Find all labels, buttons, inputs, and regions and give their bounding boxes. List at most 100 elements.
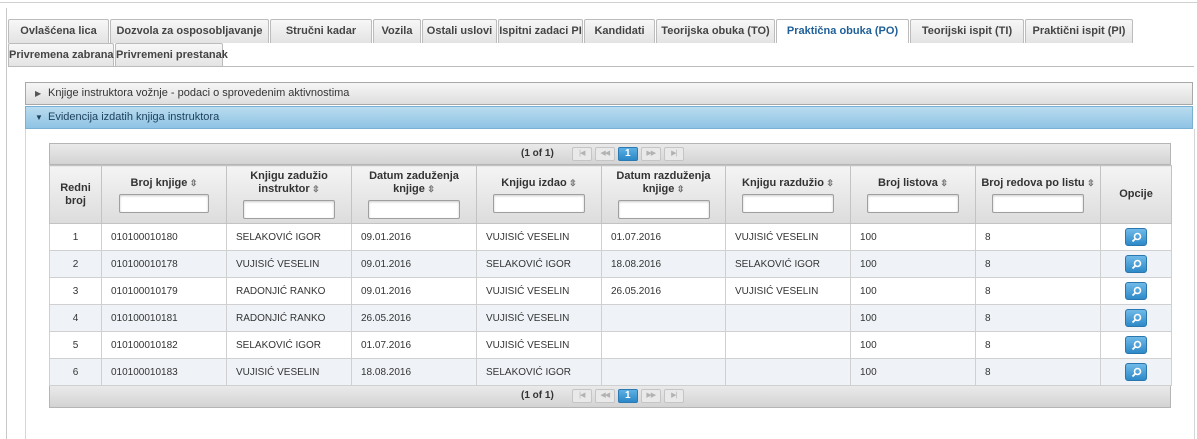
tab-prakticni-ispit-pi[interactable]: Praktični ispit (PI) [1025,19,1133,43]
column-header-label: Broj redova po listu ⇳ [981,176,1095,189]
cell-knjigu-zaduzio-instruktor: SELAKOVIĆ IGOR [226,331,352,359]
cell-broj-listova: 100 [850,331,976,359]
tab-vozila[interactable]: Vozila [373,19,421,43]
view-details-button[interactable] [1125,228,1147,246]
filter-input-knjigu-izdao[interactable] [493,193,585,213]
cell-broj-knjige: 010100010183 [101,358,227,386]
column-header-broj-redova-po-listu[interactable]: Broj redova po listu ⇳ [975,165,1101,224]
cell-broj-listova: 100 [850,250,976,278]
expanded-arrow-icon: ▼ [35,113,43,122]
cell-opcije [1100,277,1172,305]
column-header-knjigu-zaduzio-instruktor[interactable]: Knjigu zadužio instruktor ⇳ [226,165,352,224]
column-header-label: Datum razduženja knjige ⇳ [616,170,711,195]
sort-icon[interactable]: ⇳ [425,184,435,194]
sort-icon[interactable]: ⇳ [310,184,320,194]
accordion-title: Evidencija izdatih knjiga instruktora [48,111,220,123]
filter-input-knjigu-razduzio[interactable] [742,193,834,213]
cell-broj-redova-po-listu: 8 [975,223,1101,251]
cell-datum-zaduzenja-knjige: 18.08.2016 [351,358,477,386]
cell-knjigu-zaduzio-instruktor: RADONJIĆ RANKO [226,304,352,332]
table-body: 1 010100010180 SELAKOVIĆ IGOR 09.01.2016 VUJ… [49,223,1172,386]
view-details-button[interactable] [1125,282,1147,300]
cell-opcije [1100,250,1172,278]
column-header-knjigu-razduzio[interactable]: Knjigu razdužio ⇳ [725,165,851,224]
page-number-button[interactable]: 1 [617,389,638,403]
cell-datum-zaduzenja-knjige: 09.01.2016 [351,277,477,305]
cell-knjigu-razduzio: VUJISIĆ VESELIN [725,223,851,251]
tab-ispitni-zadaci-pi[interactable]: Ispitni zadaci PI [498,19,583,43]
last-page-icon[interactable]: ▶| [663,147,684,161]
search-icon [1131,313,1142,324]
accordion-header-issued-books-record[interactable]: ▼ Evidencija izdatih knjiga instruktora [25,106,1193,129]
sort-icon[interactable]: ⇳ [938,178,948,188]
tab-ostali-uslovi[interactable]: Ostali uslovi [422,19,497,43]
search-icon [1131,367,1142,378]
cell-datum-razduzenja-knjige [601,304,726,332]
cell-knjigu-razduzio: SELAKOVIĆ IGOR [725,250,851,278]
sort-icon[interactable]: ⇳ [824,178,834,188]
view-details-button[interactable] [1125,363,1147,381]
view-details-button[interactable] [1125,336,1147,354]
cell-knjigu-razduzio [725,304,851,332]
next-page-icon[interactable]: ▶▶ [640,147,661,161]
search-icon [1131,286,1142,297]
filter-input-datum-razduzenja-knjige[interactable] [617,200,710,219]
tab-kandidati[interactable]: Kandidati [584,19,655,43]
tab-row-2: Privremena zabrana Privremeni prestanak [8,43,1194,67]
filter-input-broj-listova[interactable] [867,193,959,213]
page-number-button[interactable]: 1 [617,147,638,161]
sort-icon[interactable]: ⇳ [187,178,198,188]
cell-broj-redova-po-listu: 8 [975,331,1101,359]
column-header-broj-listova[interactable]: Broj listova ⇳ [850,165,976,224]
column-header-broj-knjige[interactable]: Broj knjige ⇳ [101,165,227,224]
next-page-icon[interactable]: ▶▶ [640,389,661,403]
sort-icon[interactable]: ⇳ [674,184,685,194]
cell-opcije [1100,223,1172,251]
tab-strucni-kadar[interactable]: Stručni kadar [270,19,372,43]
prev-page-icon[interactable]: ◀◀ [594,147,615,161]
filter-input-knjigu-zaduzio-instruktor[interactable] [243,200,335,219]
tab-ovlascena-lica[interactable]: Ovlašćena lica [8,19,109,43]
accordion-header-instructor-books-activities[interactable]: ▶ Knjige instruktora vožnje - podaci o s… [25,82,1193,105]
column-header-label: Knjigu razdužio ⇳ [742,176,834,189]
view-details-button[interactable] [1125,309,1147,327]
first-page-icon[interactable]: |◀ [571,147,592,161]
tab-teorijski-ispit-ti[interactable]: Teorijski ispit (TI) [910,19,1024,43]
column-header-label: Knjigu izdao ⇳ [501,176,577,189]
cell-datum-razduzenja-knjige: 26.05.2016 [601,277,726,305]
search-icon [1131,259,1142,270]
column-header-datum-zaduzenja-knjige[interactable]: Datum zaduženja knjige ⇳ [351,165,477,224]
page-info: (1 of 1) [521,390,554,401]
filter-input-broj-knjige[interactable] [119,193,209,213]
column-header-knjigu-izdao[interactable]: Knjigu izdao ⇳ [476,165,602,224]
cell-redni-broj: 5 [49,331,102,359]
tab-teorijska-obuka-to[interactable]: Teorijska obuka (TO) [656,19,775,43]
cell-broj-knjige: 010100010180 [101,223,227,251]
column-header-label: Broj listova ⇳ [878,176,948,189]
search-icon [1131,340,1142,351]
prev-page-icon[interactable]: ◀◀ [594,389,615,403]
books-datatable: (1 of 1) |◀ ◀◀ 1 ▶▶ ▶| Redni broj Broj kn… [49,143,1172,408]
cell-knjigu-izdao: VUJISIĆ VESELIN [476,223,602,251]
cell-knjigu-razduzio: VUJISIĆ VESELIN [725,277,851,305]
cell-datum-razduzenja-knjige: 01.07.2016 [601,223,726,251]
last-page-icon[interactable]: ▶| [663,389,684,403]
filter-input-datum-zaduzenja-knjige[interactable] [368,200,460,219]
first-page-icon[interactable]: |◀ [571,389,592,403]
tab-privremeni-prestanak[interactable]: Privremeni prestanak [115,43,228,67]
cell-knjigu-izdao: SELAKOVIĆ IGOR [476,250,602,278]
table-row: 1 010100010180 SELAKOVIĆ IGOR 09.01.2016 VUJ… [49,223,1172,251]
sort-icon[interactable]: ⇳ [567,178,577,188]
view-details-button[interactable] [1125,255,1147,273]
cell-datum-razduzenja-knjige [601,331,726,359]
column-header-datum-razduzenja-knjige[interactable]: Datum razduženja knjige ⇳ [601,165,726,224]
cell-redni-broj: 6 [49,358,102,386]
tab-privremena-zabrana[interactable]: Privremena zabrana [8,43,114,67]
filter-input-broj-redova-po-listu[interactable] [992,193,1084,213]
sort-icon[interactable]: ⇳ [1085,178,1095,188]
tab-prakticna-obuka-po[interactable]: Praktična obuka (PO) [776,19,909,43]
table-row: 5 010100010182 SELAKOVIĆ IGOR 01.07.2016 VUJ… [49,331,1172,359]
tab-dozvola-za-osposobljavanje[interactable]: Dozvola za osposobljavanje [110,19,269,43]
column-header-label: Datum zaduženja knjige ⇳ [369,170,459,195]
collapsed-arrow-icon: ▶ [35,89,42,98]
